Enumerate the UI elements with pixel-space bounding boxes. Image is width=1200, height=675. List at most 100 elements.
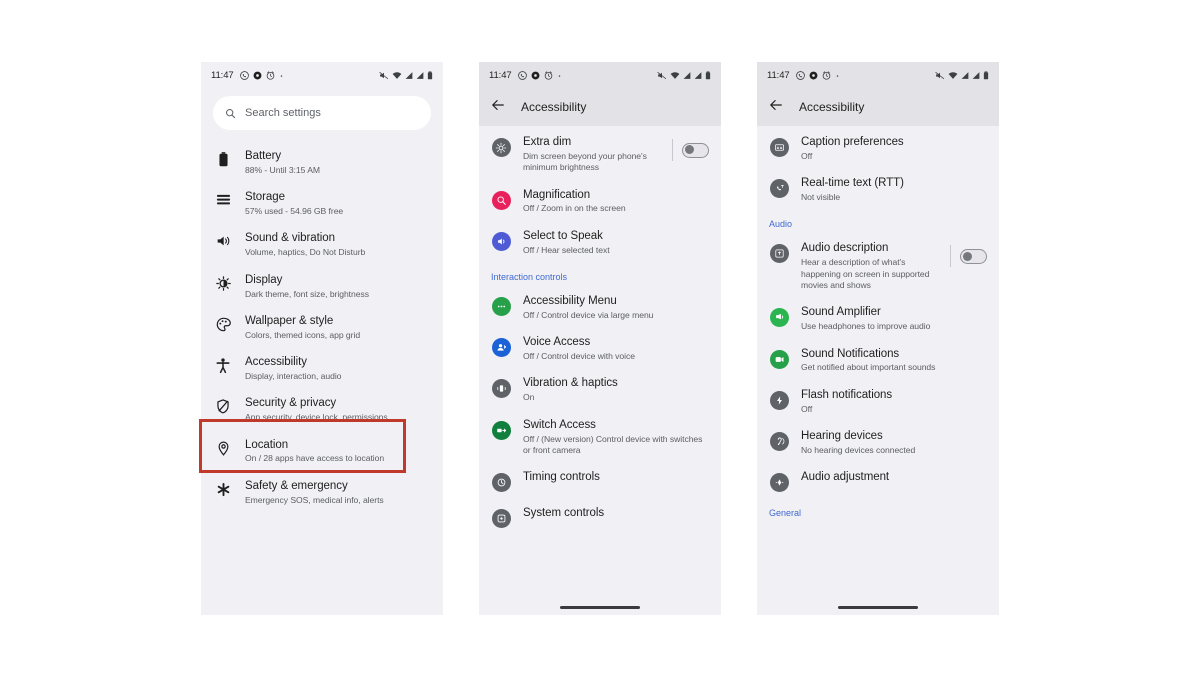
settings-row-security-privacy[interactable]: Security & privacy App security, device … [201,389,443,430]
status-left-icons [517,70,562,80]
asterisk-icon [213,482,233,497]
hearing-devices-icon [769,432,789,451]
accessibility-row-sub: Off / Hear selected text [523,244,610,255]
dot-icon [836,74,838,77]
settings-row-display[interactable]: Display Dark theme, font size, brightnes… [201,266,443,307]
accessibility-row-system-controls[interactable]: System controls [479,499,721,535]
settings-row-battery[interactable]: Battery 88% - Until 3:15 AM [201,142,443,183]
screenshot-canvas: 11:47 Search settings Battery 88% - Unti… [0,0,1200,675]
alarm-icon [266,70,274,80]
settings-row-sub: Colors, themed icons, app grid [245,329,361,340]
filled-circle-icon [531,71,540,79]
accessibility-row-accessibility-menu[interactable]: Accessibility Menu Off / Control device … [479,287,721,328]
accessibility-row-timing-controls[interactable]: Timing controls [479,463,721,499]
signal-1-icon [405,71,413,79]
settings-row-safety-emergency[interactable]: Safety & emergency Emergency SOS, medica… [201,472,443,513]
accessibility-row-sound-amplifier[interactable]: Sound Amplifier Use headphones to improv… [757,298,999,339]
whatsapp-icon [795,70,805,80]
status-right-icons [935,70,989,80]
battery-icon [705,70,711,79]
wifi-icon [670,71,680,79]
page-title: Accessibility [799,100,865,114]
voice-access-icon [491,338,511,358]
section-header-interaction-controls: Interaction controls [491,272,568,282]
back-arrow-icon[interactable] [491,98,505,117]
sound-notifications-icon [769,349,789,369]
switch-access-icon [491,420,511,440]
accessibility-row-select-to-speak[interactable]: Select to Speak Off / Hear selected text [479,222,721,263]
accessibility-row-hearing-devices[interactable]: Hearing devices No hearing devices conne… [757,422,999,463]
accessibility-list: Extra dim Dim screen beyond your phone's… [479,126,721,535]
filled-circle-icon [253,71,262,79]
settings-row-title: Safety & emergency [245,479,348,492]
accessibility-row-switch-access[interactable]: Switch Access Off / (New version) Contro… [479,411,721,464]
accessibility-row-title: Magnification [523,188,591,201]
settings-row-sound-vibration[interactable]: Sound & vibration Volume, haptics, Do No… [201,224,443,265]
accessibility-list: Caption preferences Off Real-time text (… [757,126,999,523]
accessibility-row-flash-notifications[interactable]: Flash notifications Off [757,381,999,422]
settings-row-title: Accessibility [245,356,307,369]
settings-row-accessibility[interactable]: Accessibility Display, interaction, audi… [201,348,443,389]
accessibility-row-title: Extra dim [523,136,572,148]
accessibility-row-title: Select to Speak [523,229,603,242]
settings-row-sub: Volume, haptics, Do Not Disturb [245,247,366,258]
accessibility-row-voice-access[interactable]: Voice Access Off / Control device with v… [479,328,721,369]
settings-row-sub: 88% - Until 3:15 AM [245,164,320,175]
status-bar: 11:47 [201,62,443,88]
audio-description-toggle[interactable] [950,245,987,268]
accessibility-row-sub: Off [801,403,813,414]
wifi-icon [392,71,402,79]
home-indicator [838,606,918,609]
accessibility-row-sub: Off / Zoom in on the screen [523,203,626,214]
accessibility-row-title: Audio adjustment [801,471,890,484]
phone-screen-accessibility-1: 11:47 Accessibility Extra dim Dim screen… [479,62,721,615]
settings-row-storage[interactable]: Storage 57% used - 54.96 GB free [201,183,443,224]
settings-row-sub: App security, device lock, permissions [245,412,388,423]
accessibility-row-sub: Not visible [801,192,841,203]
search-icon [225,108,236,118]
accessibility-row-sub: Off / Control device via large menu [523,309,654,320]
whatsapp-icon [239,70,249,80]
accessibility-row-vibration-haptics[interactable]: Vibration & haptics On [479,369,721,410]
timing-controls-icon [491,473,511,493]
accessibility-row-title: Audio description [801,242,889,255]
accessibility-row-magnification[interactable]: Magnification Off / Zoom in on the scree… [479,181,721,222]
signal-2-icon [416,71,424,79]
extra-dim-toggle[interactable] [672,139,709,161]
signal-2-icon [972,71,980,79]
accessibility-row-sub: Off / Control device with voice [523,351,635,362]
settings-row-location[interactable]: Location On / 28 apps have access to loc… [201,431,443,472]
accessibility-row-title: Accessibility Menu [523,295,617,307]
accessibility-row-sub: Hear a description of what's happening o… [801,257,930,290]
back-arrow-icon[interactable] [769,98,783,117]
settings-row-title: Location [245,438,289,451]
accessibility-row-title: Caption preferences [801,136,904,148]
accessibility-row-audio-description[interactable]: Audio description Hear a description of … [757,234,999,298]
settings-row-title: Wallpaper & style [245,314,334,327]
accessibility-row-real-time-text[interactable]: Real-time text (RTT) Not visible [757,169,999,210]
accessibility-row-caption-preferences[interactable]: Caption preferences Off [757,128,999,169]
settings-list: Battery 88% - Until 3:15 AM Storage 57% … [201,140,443,513]
accessibility-row-title: Real-time text (RTT) [801,177,904,190]
home-indicator [560,606,640,609]
filled-circle-icon [809,71,818,79]
accessibility-row-extra-dim[interactable]: Extra dim Dim screen beyond your phone's… [479,128,721,181]
shield-icon [213,399,233,414]
accessibility-row-sound-notifications[interactable]: Sound Notifications Get notified about i… [757,340,999,381]
search-input[interactable]: Search settings [213,96,431,130]
mute-icon [935,71,945,79]
accessibility-row-title: Voice Access [523,336,591,349]
accessibility-row-title: Flash notifications [801,388,893,401]
accessibility-row-title: Sound Amplifier [801,306,881,319]
section-header-audio: Audio [769,219,793,230]
select-to-speak-icon [491,231,511,251]
accessibility-row-title: Hearing devices [801,430,883,442]
extra-dim-icon [491,138,511,157]
accessibility-row-audio-adjustment[interactable]: Audio adjustment [757,463,999,499]
signal-1-icon [683,71,691,79]
battery-icon [427,70,433,79]
phone-screen-accessibility-2: 11:47 Accessibility Caption preferences … [757,62,999,615]
settings-row-wallpaper-style[interactable]: Wallpaper & style Colors, themed icons, … [201,307,443,348]
brightness-icon [213,275,233,291]
settings-row-title: Sound & vibration [245,232,335,245]
